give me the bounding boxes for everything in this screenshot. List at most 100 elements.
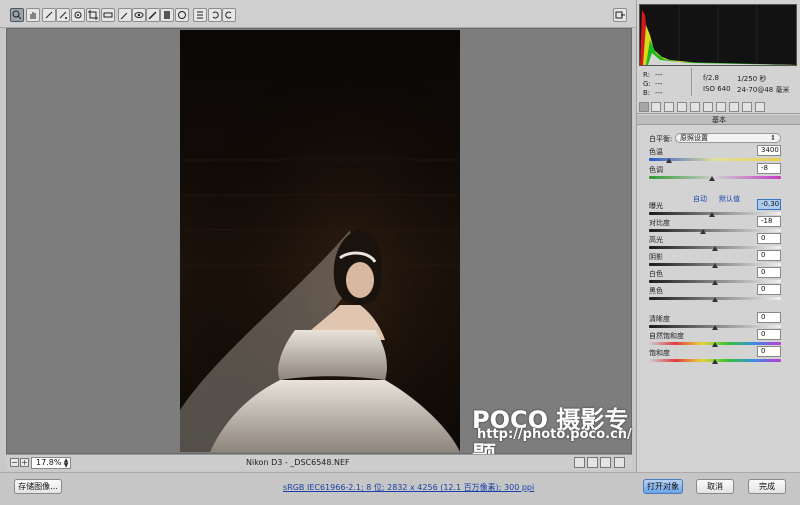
open-object-button[interactable]: 打开对象 <box>643 479 683 494</box>
status-bar: − + 17.8% ▲ ▼ Nikon D3 - _DSC6548.NEF <box>6 454 632 470</box>
rotate-ccw-icon[interactable] <box>208 8 222 22</box>
slider-label: 清晰度 <box>649 315 670 323</box>
slider-thumb[interactable] <box>709 176 716 181</box>
histogram <box>639 4 797 66</box>
tone-curve-tab-icon[interactable] <box>651 102 661 112</box>
slider-value-field[interactable]: -0.30 <box>757 199 781 210</box>
slider-thumb[interactable] <box>665 158 672 163</box>
slider-value-field[interactable]: 0 <box>757 312 781 323</box>
slider-value-field[interactable]: 0 <box>757 250 781 261</box>
adjustment-brush-icon[interactable] <box>146 8 160 22</box>
iso: ISO 640 <box>703 85 731 93</box>
camera-calibration-tab-icon[interactable] <box>729 102 739 112</box>
red-eye-icon[interactable] <box>132 8 146 22</box>
camera-file-label: Nikon D3 - _DSC6548.NEF <box>246 458 350 467</box>
slider-label: 对比度 <box>649 219 670 227</box>
slider-value-field[interactable]: 0 <box>757 284 781 295</box>
aperture: f/2.8 <box>703 74 719 82</box>
view-options-icon[interactable] <box>614 457 625 468</box>
compare-icon[interactable] <box>587 457 598 468</box>
basic-tab-icon[interactable] <box>639 102 649 112</box>
zoom-out-button[interactable]: − <box>10 458 19 467</box>
zoom-stepper-icon[interactable]: ▲ ▼ <box>62 458 70 469</box>
swap-icon[interactable] <box>600 457 611 468</box>
white-balance-select[interactable]: 原照设置 ⇕ <box>675 133 781 143</box>
lens-tab-icon[interactable] <box>703 102 713 112</box>
r-value: --- <box>655 71 663 79</box>
spot-removal-icon[interactable] <box>118 8 132 22</box>
default-link[interactable]: 默认值 <box>719 194 740 204</box>
exif-divider <box>691 68 692 96</box>
slider-thumb[interactable] <box>712 297 718 302</box>
g-value: --- <box>655 80 663 88</box>
slider-label: 饱和度 <box>649 349 670 357</box>
slider-value-field[interactable]: -18 <box>757 216 781 227</box>
hand-icon[interactable] <box>26 8 40 22</box>
presets-tab-icon[interactable] <box>742 102 752 112</box>
white-balance-icon[interactable] <box>42 8 56 22</box>
shutter-speed: 1/250 秒 <box>737 75 767 83</box>
b-label: B: <box>643 89 651 97</box>
adjustment-panel: R: --- G: --- B: --- f/2.8 1/250 秒 ISO 6… <box>636 0 800 472</box>
slider-track[interactable] <box>649 229 781 232</box>
slider-thumb[interactable] <box>712 246 718 251</box>
hsl-tab-icon[interactable] <box>677 102 687 112</box>
slider-thumb[interactable] <box>712 342 718 347</box>
section-title: 基本 <box>637 115 800 125</box>
preferences-icon[interactable] <box>193 8 207 22</box>
filter-icon[interactable] <box>574 457 585 468</box>
fx-tab-icon[interactable] <box>716 102 726 112</box>
crop-icon[interactable] <box>86 8 100 22</box>
slider-value-field[interactable]: 0 <box>757 233 781 244</box>
slider-label: 高光 <box>649 236 663 244</box>
lens: 24-70@48 毫米 <box>737 86 790 94</box>
straighten-icon[interactable] <box>101 8 115 22</box>
slider-label: 白色 <box>649 270 663 278</box>
toolbar <box>0 0 636 28</box>
slider-label: 曝光 <box>649 202 663 210</box>
watermark-url: http://photo.poco.cn/ <box>477 427 632 442</box>
slider-value-field[interactable]: -8 <box>757 163 781 174</box>
r-label: R: <box>643 71 651 79</box>
wb-value: 原照设置 <box>680 134 708 142</box>
save-image-button[interactable]: 存储图像... <box>14 479 62 494</box>
panel-tabs <box>637 101 800 114</box>
slider-label: 色温 <box>649 148 663 156</box>
slider-thumb[interactable] <box>712 280 718 285</box>
g-label: G: <box>643 80 651 88</box>
slider-label: 色调 <box>649 166 663 174</box>
radial-filter-icon[interactable] <box>175 8 189 22</box>
slider-label: 阴影 <box>649 253 663 261</box>
slider-value-field[interactable]: 0 <box>757 329 781 340</box>
bottom-bar: 存储图像... sRGB IEC61966-2.1; 8 位; 2832 x 4… <box>0 472 800 505</box>
fullscreen-icon[interactable] <box>613 8 627 22</box>
auto-link[interactable]: 自动 <box>693 194 707 204</box>
exif-info: R: --- G: --- B: --- f/2.8 1/250 秒 ISO 6… <box>639 68 797 98</box>
snapshots-tab-icon[interactable] <box>755 102 765 112</box>
detail-tab-icon[interactable] <box>664 102 674 112</box>
split-toning-tab-icon[interactable] <box>690 102 700 112</box>
preview-canvas[interactable]: POCO 摄影专题 http://photo.poco.cn/ <box>6 28 632 469</box>
color-sampler-icon[interactable] <box>56 8 70 22</box>
slider-thumb[interactable] <box>712 263 718 268</box>
done-button[interactable]: 完成 <box>748 479 786 494</box>
workflow-options-link[interactable]: sRGB IEC61966-2.1; 8 位; 2832 x 4256 (12.… <box>283 482 534 493</box>
target-adjust-icon[interactable] <box>71 8 85 22</box>
slider-value-field[interactable]: 3400 <box>757 145 781 156</box>
slider-label: 自然饱和度 <box>649 332 684 340</box>
slider-thumb[interactable] <box>709 212 716 217</box>
wb-label: 白平衡: <box>649 135 673 143</box>
slider-thumb[interactable] <box>700 229 707 234</box>
cancel-button[interactable]: 取消 <box>696 479 734 494</box>
slider-thumb[interactable] <box>712 359 718 364</box>
b-value: --- <box>655 89 663 97</box>
select-arrow-icon: ⇕ <box>770 134 776 142</box>
zoom-in-button[interactable]: + <box>20 458 29 467</box>
slider-value-field[interactable]: 0 <box>757 346 781 357</box>
slider-value-field[interactable]: 0 <box>757 267 781 278</box>
zoom-icon[interactable] <box>10 8 24 22</box>
rotate-cw-icon[interactable] <box>222 8 236 22</box>
slider-label: 黑色 <box>649 287 663 295</box>
graduated-filter-icon[interactable] <box>160 8 174 22</box>
slider-thumb[interactable] <box>712 325 718 330</box>
